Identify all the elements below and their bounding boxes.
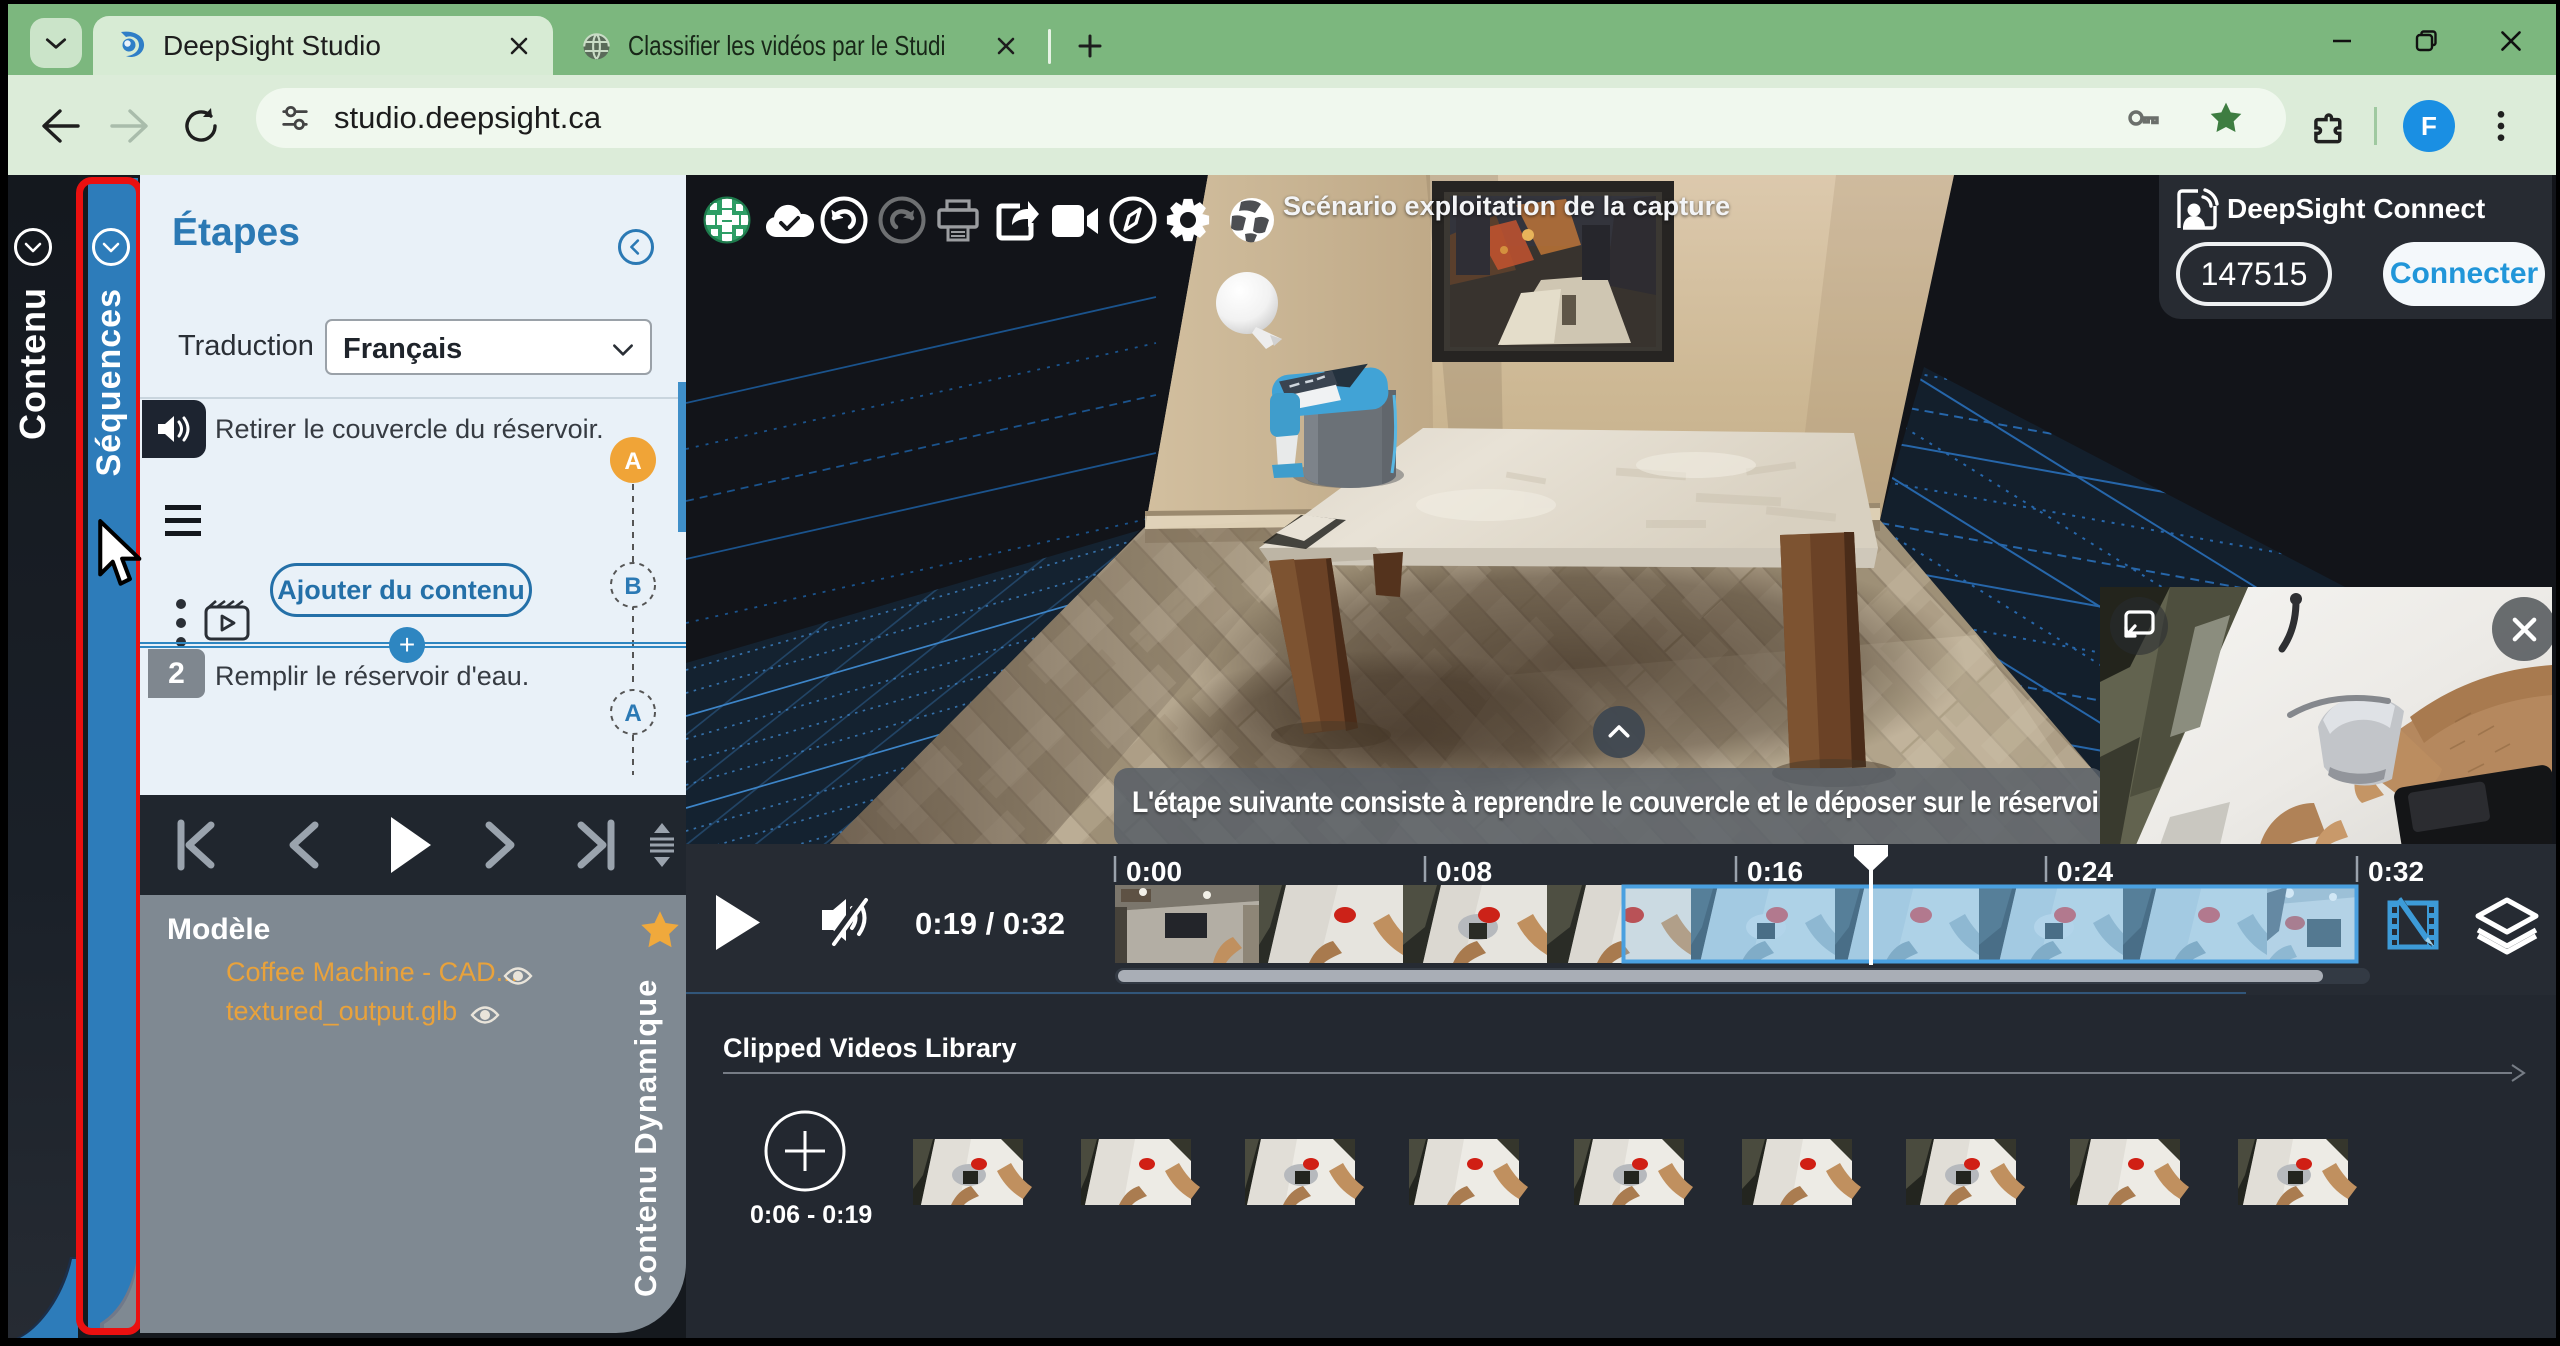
svg-text:A: A	[624, 700, 641, 727]
svg-text:0:19 / 0:32: 0:19 / 0:32	[915, 906, 1065, 941]
svg-text:0:24: 0:24	[2057, 856, 2113, 887]
svg-text:0:08: 0:08	[1436, 856, 1492, 887]
svg-text:Clipped Videos Library: Clipped Videos Library	[723, 1033, 1017, 1063]
svg-text:0:06 - 0:19: 0:06 - 0:19	[750, 1201, 872, 1229]
svg-text:B: B	[624, 573, 641, 600]
svg-text:A: A	[624, 448, 641, 475]
svg-text:0:00: 0:00	[1126, 856, 1182, 887]
svg-text:0:16: 0:16	[1747, 856, 1803, 887]
svg-text:0:32: 0:32	[2368, 856, 2424, 887]
